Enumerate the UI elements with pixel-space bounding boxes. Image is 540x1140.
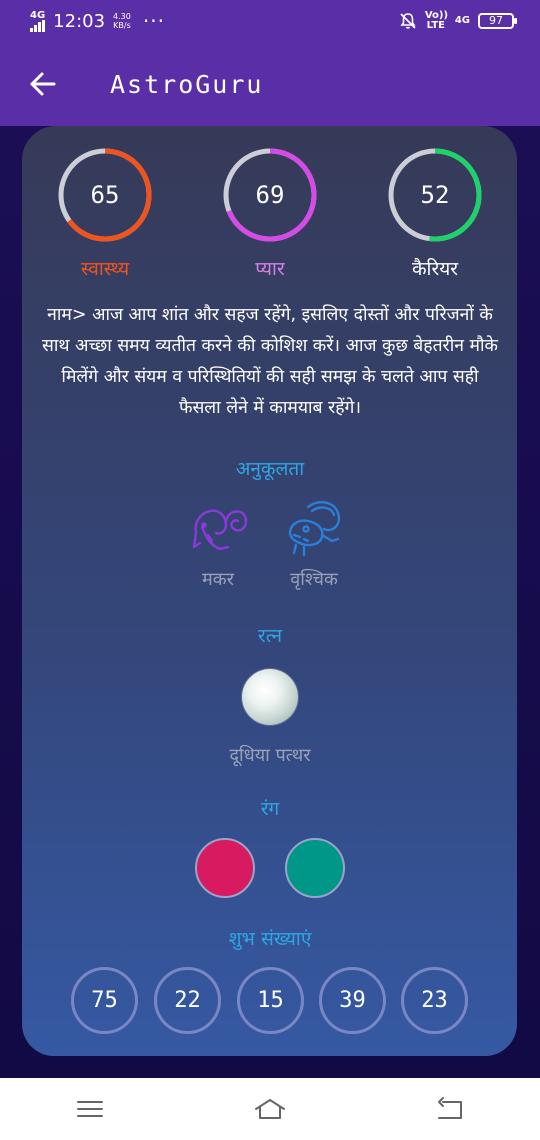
lucky-color-swatch [195, 838, 255, 898]
moonstone-icon [242, 669, 298, 725]
score-ring: 69 प्यार [220, 145, 320, 281]
network-type: 4G [30, 9, 46, 21]
app-bar: AstroGuru [0, 42, 540, 126]
menu-icon[interactable] [73, 1094, 107, 1124]
lucky-number: 15 [237, 967, 304, 1034]
signal-indicator: 4G [30, 9, 46, 32]
compatibility-title: अनुकूलता [235, 458, 305, 480]
lucky-numbers-title: शुभ संख्याएं [228, 928, 312, 950]
lucky-number: 39 [319, 967, 386, 1034]
compatible-sign-label: मकर [202, 569, 234, 590]
back-nav-icon[interactable] [433, 1094, 467, 1124]
clock: 12:03 [53, 10, 106, 32]
more-notifications-icon: ··· [142, 9, 165, 33]
horoscope-text: नाम> आज आप शांत और सहज रहेंगे, इसलिए दोस… [42, 305, 498, 418]
colors-title: रंग [260, 798, 280, 820]
compatible-sign-label: वृश्चिक [290, 569, 338, 590]
lucky-number: 23 [401, 967, 468, 1034]
compatible-sign-scorpio[interactable]: वृश्चिक [274, 497, 354, 591]
lucky-number: 22 [154, 967, 221, 1034]
status-bar: 4G 12:03 4.30 KB/s ··· Vo)) LTE 4G 97 [0, 0, 540, 42]
mute-bell-icon [400, 13, 416, 29]
score-label: प्यार [255, 258, 285, 280]
signal-bars-icon [30, 19, 46, 32]
gem-title: रत्न [257, 625, 283, 647]
score-ring: 52 कैरियर [385, 145, 485, 281]
scorpio-icon [288, 501, 341, 557]
score-value: 52 [420, 181, 450, 209]
system-nav-bar [0, 1078, 540, 1140]
home-icon[interactable] [253, 1094, 287, 1124]
score-label: स्वास्थ्य [80, 258, 130, 280]
score-value: 65 [90, 181, 120, 209]
network-type-right: 4G [454, 15, 470, 26]
net-speed-unit: KB/s [113, 21, 131, 30]
gem-name: दूधिया पत्थर [229, 745, 311, 766]
app-title: AstroGuru [110, 69, 264, 99]
lucky-number: 75 [71, 967, 138, 1034]
capricorn-icon [192, 509, 248, 551]
score-ring: 65 स्वास्थ्य [55, 145, 155, 281]
volte-indicator: Vo)) LTE [424, 10, 449, 31]
net-speed-value: 4.30 [113, 12, 131, 21]
score-value: 69 [255, 181, 285, 209]
compatible-sign-capricorn[interactable]: मकर [178, 497, 258, 591]
net-speed: 4.30 KB/s [113, 12, 131, 30]
back-arrow-icon[interactable] [28, 69, 58, 99]
score-label: कैरियर [411, 258, 459, 280]
battery-icon: 97 [478, 13, 517, 29]
lucky-color-swatch [285, 838, 345, 898]
